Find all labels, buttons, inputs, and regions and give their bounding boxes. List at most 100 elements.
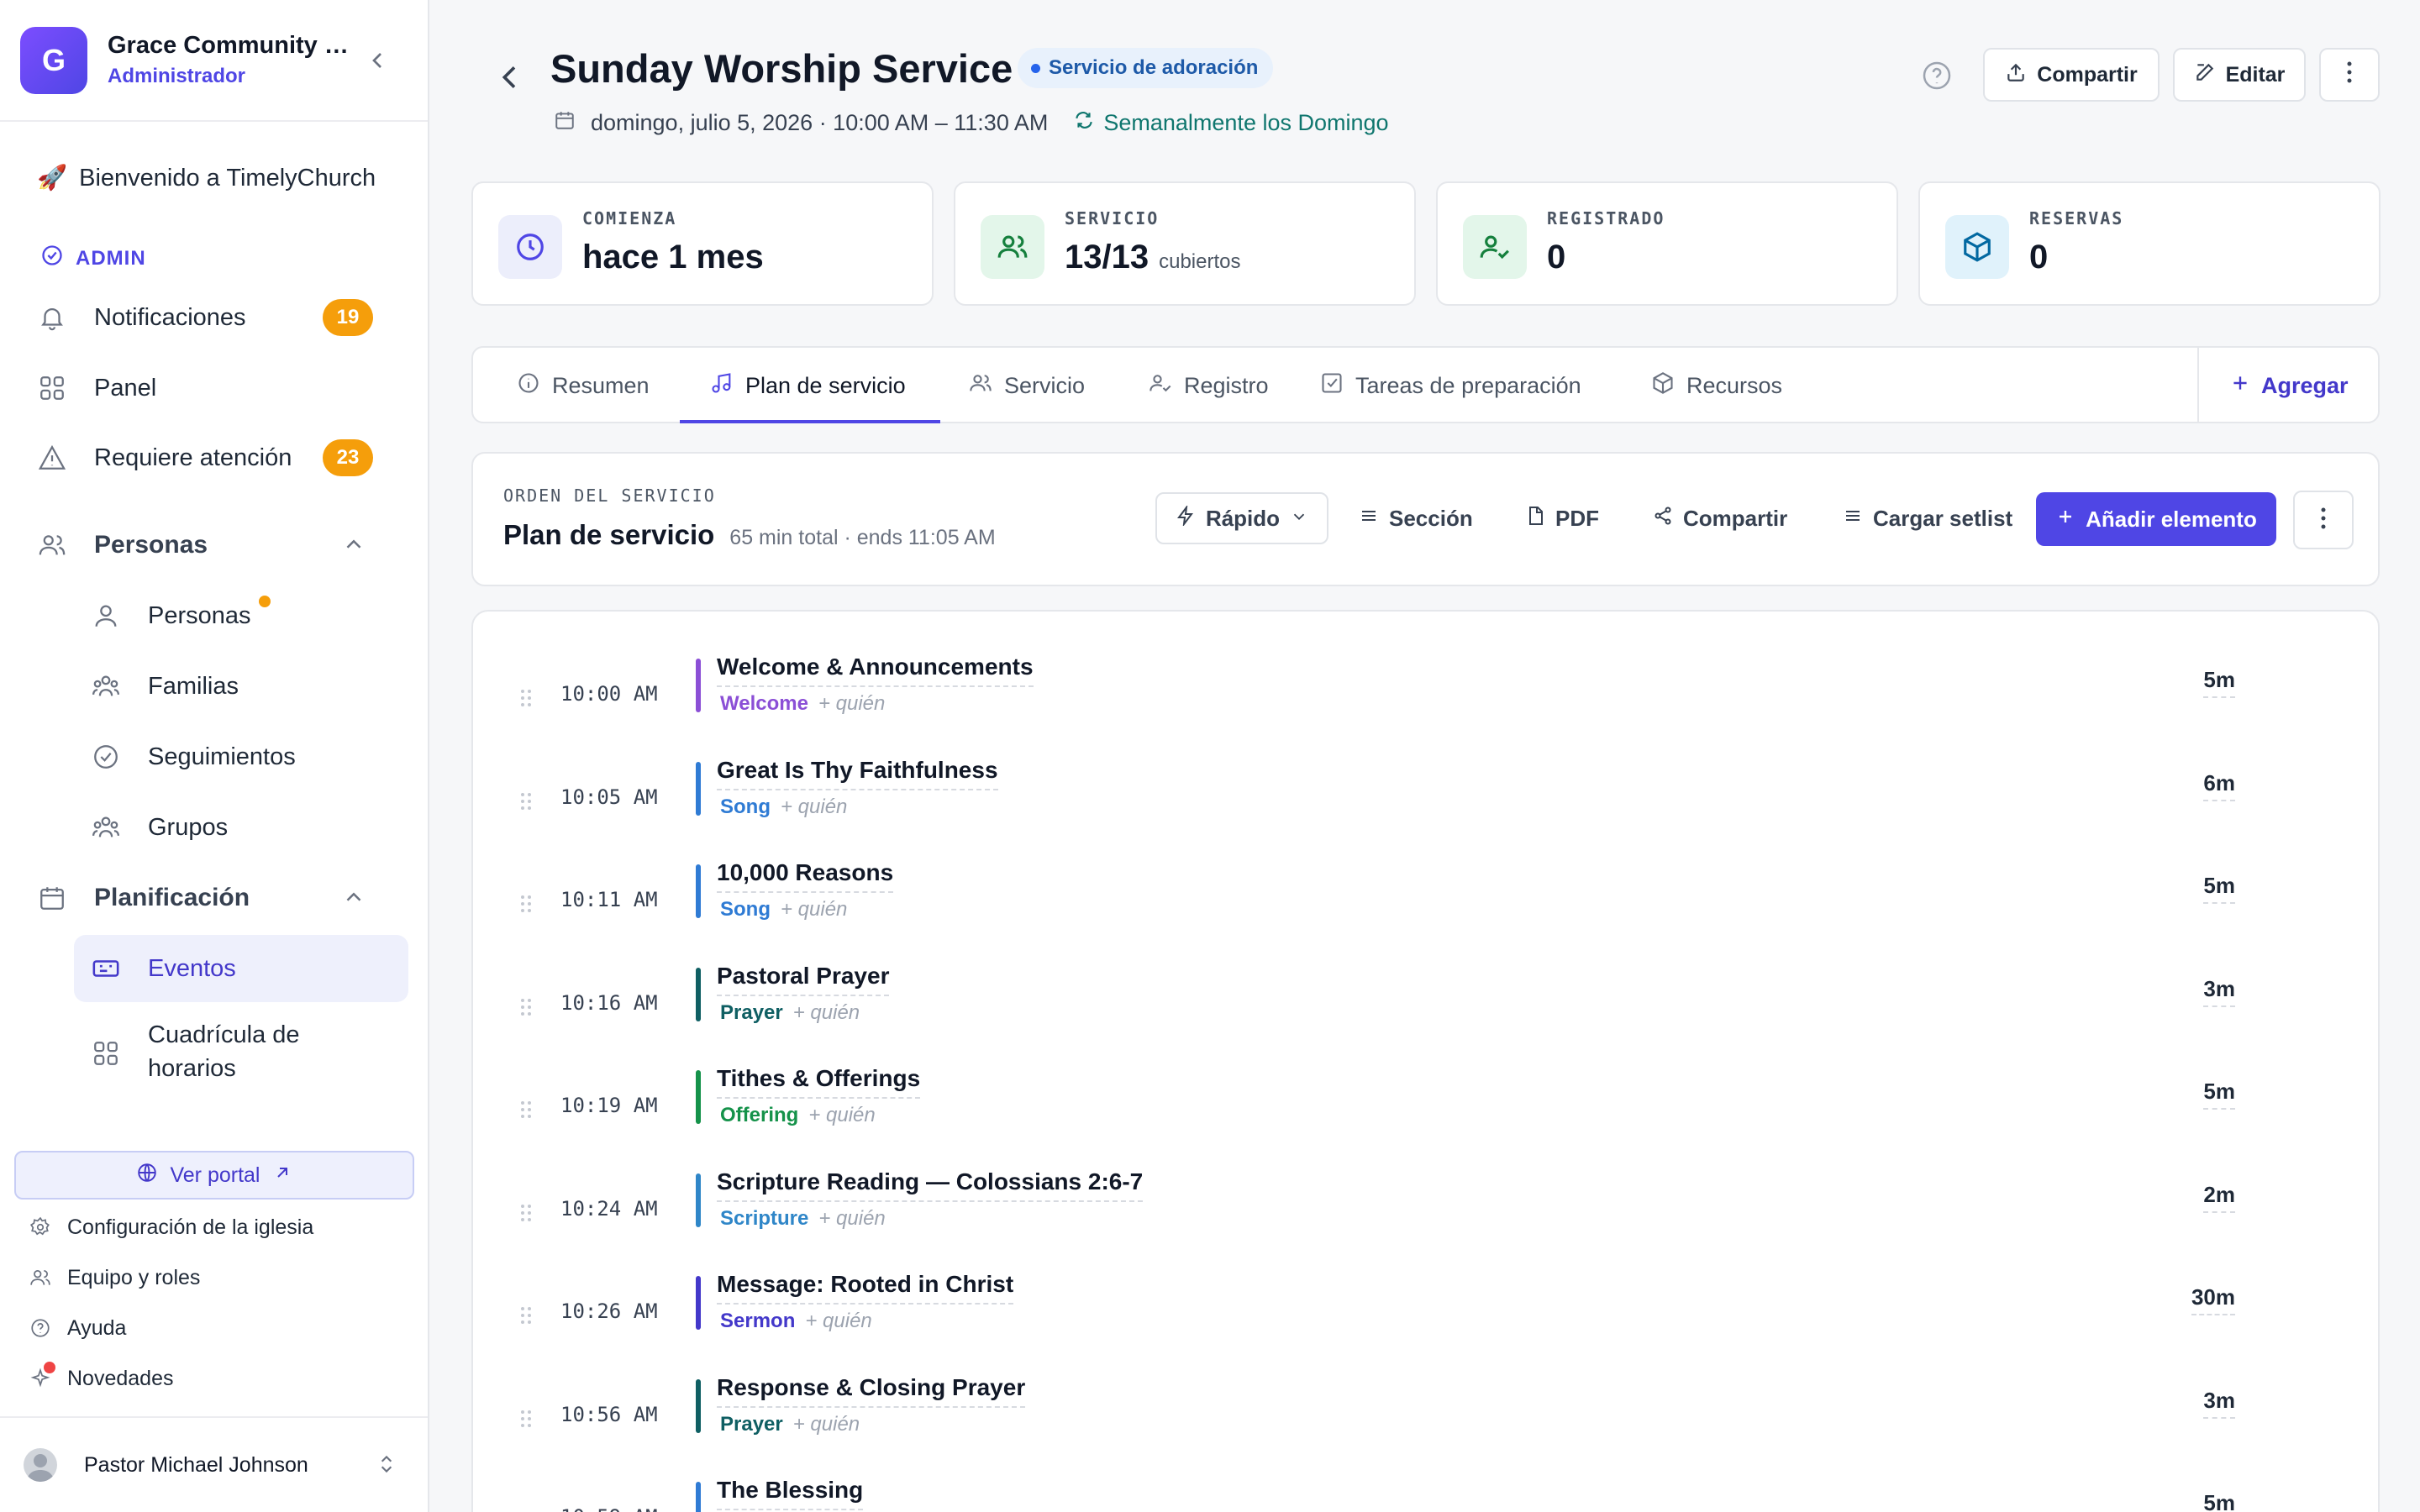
recurrence-link[interactable]: Semanalmente los Domingo: [1073, 109, 1389, 137]
view-portal-button[interactable]: Ver portal: [14, 1151, 414, 1200]
item-duration[interactable]: 3m: [2203, 1388, 2235, 1419]
nav-notifications[interactable]: Notificaciones 19: [37, 289, 390, 346]
assign-who-link[interactable]: + quién: [808, 1104, 875, 1126]
stat-card-starts: COMIENZA hace 1 mes: [471, 181, 934, 306]
edit-button[interactable]: Editar: [2173, 48, 2306, 102]
ticket-icon: [91, 953, 121, 984]
service-item-row[interactable]: 10:24 AM Scripture Reading — Colossians 2…: [473, 1168, 2378, 1276]
tab-resumen[interactable]: Resumen: [517, 348, 650, 423]
nav-eventos[interactable]: Eventos: [91, 940, 410, 997]
tab-recursos[interactable]: Recursos: [1651, 348, 1782, 423]
user-name: Pastor Michael Johnson: [84, 1452, 308, 1477]
item-duration[interactable]: 5m: [2203, 873, 2235, 904]
assign-who-link[interactable]: + quién: [793, 1001, 860, 1024]
drag-handle-icon[interactable]: [520, 1410, 532, 1432]
tab-tareas[interactable]: Tareas de preparación: [1320, 348, 1581, 423]
service-item-row[interactable]: 10:16 AM Pastoral Prayer Prayer + quién 3m: [473, 963, 2378, 1070]
item-title[interactable]: Scripture Reading — Colossians 2:6-7: [717, 1168, 1144, 1202]
item-duration[interactable]: 5m: [2203, 667, 2235, 698]
item-title[interactable]: Tithes & Offerings: [717, 1065, 921, 1099]
stat-value-text: 13/13: [1065, 239, 1150, 276]
service-item-row[interactable]: 10:26 AM Message: Rooted in Christ Sermon +…: [473, 1271, 2378, 1378]
assign-who-link[interactable]: + quién: [781, 898, 847, 921]
nav-group-planning[interactable]: Planificación: [37, 869, 390, 927]
collapse-sidebar-icon[interactable]: [364, 47, 391, 74]
section-button[interactable]: Sección: [1345, 492, 1486, 544]
nav-cuadricula[interactable]: Cuadrícula de horarios: [91, 1018, 410, 1094]
item-category: Song + quién: [720, 898, 847, 921]
plan-kicker: ORDEN DEL SERVICIO: [503, 486, 716, 506]
drag-handle-icon[interactable]: [520, 689, 532, 711]
nav-familias[interactable]: Familias: [91, 658, 410, 715]
item-duration[interactable]: 30m: [2191, 1284, 2235, 1315]
item-title[interactable]: Pastoral Prayer: [717, 963, 890, 996]
users-icon: [29, 1266, 52, 1289]
service-item-row[interactable]: 10:11 AM 10,000 Reasons Song + quién 5m: [473, 859, 2378, 967]
drag-handle-icon[interactable]: [520, 1204, 532, 1226]
item-duration[interactable]: 3m: [2203, 976, 2235, 1007]
tab-plan-de-servicio[interactable]: Plan de servicio: [710, 348, 906, 423]
item-category: Song + quién: [720, 795, 847, 819]
assign-who-link[interactable]: + quién: [818, 1207, 885, 1230]
whats-new-link[interactable]: Novedades: [29, 1360, 173, 1397]
church-settings-link[interactable]: Configuración de la iglesia: [29, 1209, 313, 1246]
item-title[interactable]: Message: Rooted in Christ: [717, 1271, 1014, 1305]
assign-who-link[interactable]: + quién: [818, 692, 885, 715]
nav-personas[interactable]: Personas: [91, 587, 410, 644]
more-options-button[interactable]: [2319, 48, 2380, 102]
add-tab-label: Agregar: [2261, 372, 2349, 398]
org-switcher[interactable]: G Grace Community … Administrador: [0, 0, 428, 122]
add-item-button[interactable]: Añadir elemento: [2036, 492, 2276, 546]
user-menu[interactable]: Pastor Michael Johnson: [0, 1416, 428, 1512]
plan-more-button[interactable]: [2293, 491, 2354, 549]
item-title[interactable]: 10,000 Reasons: [717, 859, 894, 893]
item-title[interactable]: Great Is Thy Faithfulness: [717, 757, 998, 790]
item-time: 10:05 AM: [560, 785, 658, 809]
nav-familias-label: Familias: [148, 672, 239, 700]
service-item-row[interactable]: 10:59 AMThe BlessingSong+ quién5m: [473, 1477, 2378, 1512]
plan-share-button[interactable]: Compartir: [1639, 492, 1801, 544]
item-title[interactable]: The Blessing: [717, 1477, 864, 1510]
help-circle-icon[interactable]: [1920, 59, 1954, 92]
tab-servicio[interactable]: Servicio: [969, 348, 1085, 423]
item-duration[interactable]: 5m: [2203, 1079, 2235, 1110]
nav-group-people[interactable]: Personas: [37, 517, 390, 574]
item-duration[interactable]: 5m: [2203, 1490, 2235, 1512]
service-item-row[interactable]: 10:05 AM Great Is Thy Faithfulness Song + q…: [473, 757, 2378, 864]
event-date: domingo, julio 5, 2026 · 10:00 AM – 11:3…: [591, 110, 1049, 135]
item-title[interactable]: Welcome & Announcements: [717, 654, 1034, 687]
item-category-label: Sermon: [720, 1310, 796, 1332]
back-arrow-icon[interactable]: [493, 60, 527, 94]
share-button[interactable]: Compartir: [1983, 48, 2160, 102]
service-item-row[interactable]: 10:00 AM Welcome & Announcements Welcome + …: [473, 654, 2378, 761]
drag-handle-icon[interactable]: [520, 1100, 532, 1123]
service-item-row[interactable]: 10:56 AM Response & Closing Prayer Prayer +…: [473, 1374, 2378, 1482]
tab-registro[interactable]: Registro: [1149, 348, 1269, 423]
item-duration[interactable]: 2m: [2203, 1182, 2235, 1213]
team-roles-link[interactable]: Equipo y roles: [29, 1259, 200, 1296]
pencil-icon: [2194, 61, 2216, 89]
quick-dropdown[interactable]: Rápido: [1155, 492, 1328, 544]
assign-who-link[interactable]: + quién: [793, 1413, 860, 1436]
active-tab-indicator: [680, 420, 940, 423]
nav-panel[interactable]: Panel: [37, 360, 390, 417]
item-duration[interactable]: 6m: [2203, 770, 2235, 801]
nav-seguimientos[interactable]: Seguimientos: [91, 728, 410, 785]
welcome-link[interactable]: 🚀 Bienvenido a TimelyChurch: [37, 164, 376, 192]
assign-who-link[interactable]: + quién: [781, 795, 847, 818]
drag-handle-icon[interactable]: [520, 998, 532, 1021]
stat-value-text: 0: [2029, 239, 2049, 276]
nav-grupos[interactable]: Grupos: [91, 799, 410, 856]
help-link[interactable]: Ayuda: [29, 1310, 126, 1347]
assign-who-link[interactable]: + quién: [805, 1310, 871, 1332]
drag-handle-icon[interactable]: [520, 895, 532, 917]
grid-icon: [91, 1038, 121, 1068]
add-tab-button[interactable]: Agregar: [2229, 348, 2349, 423]
drag-handle-icon[interactable]: [520, 792, 532, 815]
load-setlist-button[interactable]: Cargar setlist: [1829, 492, 2026, 544]
pdf-button[interactable]: PDF: [1512, 492, 1612, 544]
service-item-row[interactable]: 10:19 AM Tithes & Offerings Offering + quié…: [473, 1065, 2378, 1173]
drag-handle-icon[interactable]: [520, 1306, 532, 1329]
nav-attention[interactable]: Requiere atención 23: [37, 429, 390, 486]
item-title[interactable]: Response & Closing Prayer: [717, 1374, 1026, 1408]
